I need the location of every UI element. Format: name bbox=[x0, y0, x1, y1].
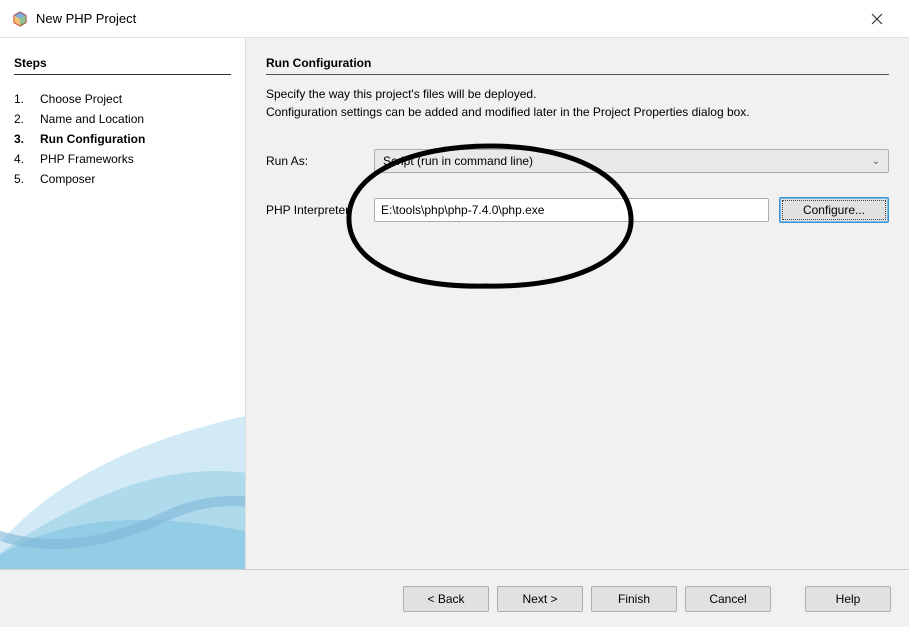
step-num: 4. bbox=[14, 152, 40, 166]
step-label: Name and Location bbox=[40, 112, 144, 126]
step-num: 5. bbox=[14, 172, 40, 186]
close-icon bbox=[871, 13, 883, 25]
step-label: PHP Frameworks bbox=[40, 152, 134, 166]
decorative-waves-icon bbox=[0, 389, 245, 569]
step-item: 1.Choose Project bbox=[14, 89, 231, 109]
run-as-row: Run As: Script (run in command line) ⌄ bbox=[266, 149, 889, 173]
run-as-label: Run As: bbox=[266, 154, 374, 168]
step-label: Choose Project bbox=[40, 92, 122, 106]
app-icon bbox=[12, 11, 28, 27]
step-label: Composer bbox=[40, 172, 95, 186]
next-button[interactable]: Next > bbox=[497, 586, 583, 612]
interpreter-row: PHP Interpreter: E:\tools\php\php-7.4.0\… bbox=[266, 197, 889, 223]
interpreter-input[interactable]: E:\tools\php\php-7.4.0\php.exe bbox=[374, 198, 769, 222]
sidebar: Steps 1.Choose Project 2.Name and Locati… bbox=[0, 38, 245, 569]
desc-line-2: Configuration settings can be added and … bbox=[266, 105, 889, 119]
step-label: Run Configuration bbox=[40, 132, 145, 146]
steps-list: 1.Choose Project 2.Name and Location 3.R… bbox=[14, 89, 231, 189]
step-item: 4.PHP Frameworks bbox=[14, 149, 231, 169]
content-panel: Run Configuration Specify the way this p… bbox=[245, 38, 909, 569]
run-as-value: Script (run in command line) bbox=[383, 154, 533, 168]
step-num: 3. bbox=[14, 132, 40, 146]
window-title: New PHP Project bbox=[36, 11, 857, 26]
close-button[interactable] bbox=[857, 4, 897, 34]
interpreter-label: PHP Interpreter: bbox=[266, 203, 374, 217]
help-button[interactable]: Help bbox=[805, 586, 891, 612]
chevron-down-icon: ⌄ bbox=[872, 156, 880, 167]
cancel-button[interactable]: Cancel bbox=[685, 586, 771, 612]
step-item-current: 3.Run Configuration bbox=[14, 129, 231, 149]
main-area: Steps 1.Choose Project 2.Name and Locati… bbox=[0, 38, 909, 569]
finish-button[interactable]: Finish bbox=[591, 586, 677, 612]
run-as-select[interactable]: Script (run in command line) ⌄ bbox=[374, 149, 889, 173]
steps-heading: Steps bbox=[14, 56, 231, 75]
desc-line-1: Specify the way this project's files wil… bbox=[266, 87, 889, 101]
step-num: 2. bbox=[14, 112, 40, 126]
interpreter-value: E:\tools\php\php-7.4.0\php.exe bbox=[381, 203, 544, 217]
step-item: 5.Composer bbox=[14, 169, 231, 189]
wizard-buttons: < Back Next > Finish Cancel Help bbox=[0, 569, 909, 627]
titlebar: New PHP Project bbox=[0, 0, 909, 38]
configure-button[interactable]: Configure... bbox=[779, 197, 889, 223]
back-button[interactable]: < Back bbox=[403, 586, 489, 612]
step-item: 2.Name and Location bbox=[14, 109, 231, 129]
panel-heading: Run Configuration bbox=[266, 56, 889, 75]
step-num: 1. bbox=[14, 92, 40, 106]
